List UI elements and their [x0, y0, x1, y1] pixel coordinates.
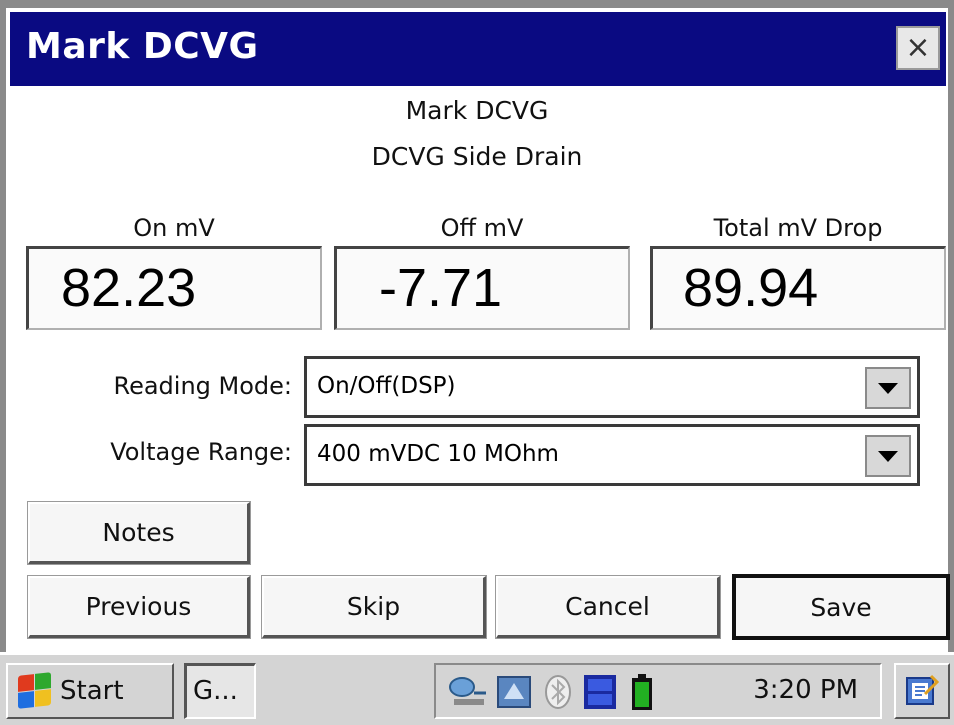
chevron-down-icon	[878, 450, 898, 462]
taskbar-app-button[interactable]: G...	[184, 663, 256, 719]
total-mv-drop-readout: 89.94	[650, 246, 946, 330]
title-bar: Mark DCVG ×	[10, 12, 946, 86]
off-mv-value: -7.71	[379, 258, 503, 318]
reading-mode-value: On/Off(DSP)	[317, 373, 456, 399]
system-clock[interactable]: 3:20 PM	[753, 675, 858, 705]
voltage-range-dropdown-button[interactable]	[865, 435, 911, 477]
start-button[interactable]: Start	[6, 663, 174, 719]
cancel-button[interactable]: Cancel	[495, 575, 721, 639]
window-border-top	[0, 0, 954, 8]
off-mv-label: Off mV	[440, 214, 524, 242]
page-subtitle: DCVG Side Drain	[371, 142, 583, 171]
on-mv-value: 82.23	[61, 258, 197, 318]
windows-logo-icon	[16, 672, 52, 709]
reading-mode-select[interactable]: On/Off(DSP)	[304, 356, 920, 418]
save-button[interactable]: Save	[732, 574, 950, 640]
start-label: Start	[60, 676, 124, 706]
voltage-range-label: Voltage Range:	[110, 438, 292, 466]
battery-icon[interactable]	[630, 673, 654, 711]
desktop-icon	[906, 674, 939, 705]
bluetooth-icon[interactable]	[540, 673, 576, 711]
app-window: Mark DCVG × Mark DCVG DCVG Side Drain On…	[0, 0, 954, 722]
voltage-range-select[interactable]: 400 mVDC 10 MOhm	[304, 424, 920, 486]
on-mv-readout: 82.23	[26, 246, 322, 330]
show-desktop-button[interactable]	[894, 663, 950, 719]
off-mv-readout: -7.71	[334, 246, 630, 330]
network-icon[interactable]	[448, 673, 490, 711]
notes-button[interactable]: Notes	[27, 501, 251, 565]
on-mv-label: On mV	[133, 214, 215, 242]
skip-button[interactable]: Skip	[261, 575, 487, 639]
system-tray: 3:20 PM	[434, 663, 882, 719]
previous-button[interactable]: Previous	[27, 575, 251, 639]
sync-icon[interactable]	[496, 673, 532, 711]
page-title: Mark DCVG	[405, 96, 549, 125]
reading-mode-label: Reading Mode:	[113, 372, 292, 400]
voltage-range-value: 400 mVDC 10 MOhm	[317, 441, 559, 467]
window-title: Mark DCVG	[26, 26, 259, 67]
dtd-clnt-icon[interactable]	[582, 673, 618, 711]
close-icon: ×	[905, 30, 931, 65]
taskbar: Start G... 3:20 PM	[0, 652, 954, 725]
total-mv-drop-label: Total mV Drop	[713, 214, 883, 242]
reading-mode-dropdown-button[interactable]	[865, 367, 911, 409]
close-button[interactable]: ×	[896, 26, 940, 70]
chevron-down-icon	[878, 382, 898, 394]
total-mv-drop-value: 89.94	[683, 258, 819, 318]
